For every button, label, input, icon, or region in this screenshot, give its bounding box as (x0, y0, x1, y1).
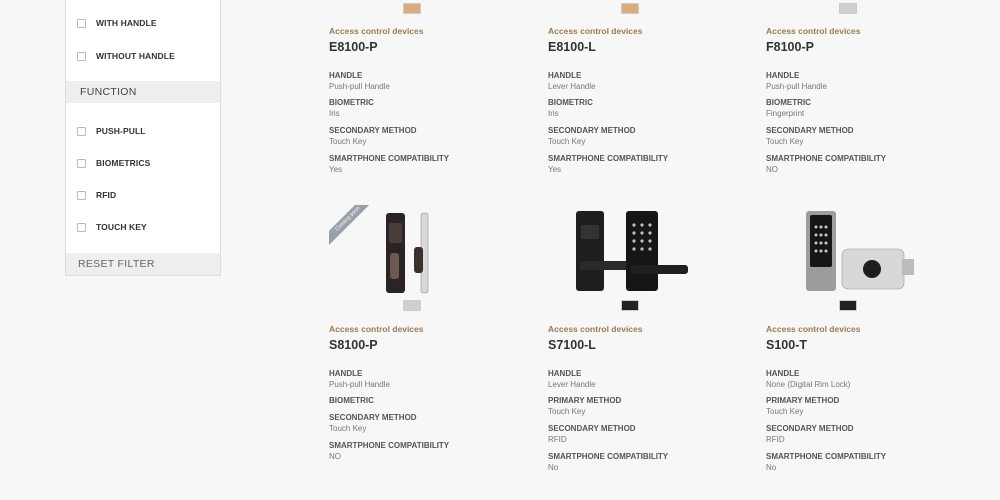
spec-key: PRIMARY METHOD (548, 396, 622, 405)
spec-key: SMARTPHONE COMPATIBILITY (766, 154, 887, 163)
spec-key: SECONDARY METHOD (329, 413, 417, 422)
reset-filter-button[interactable]: RESET FILTER (66, 253, 220, 275)
spec-key: HANDLE (548, 369, 582, 378)
spec-key: SECONDARY METHOD (548, 424, 636, 433)
spec-key: SMARTPHONE COMPATIBILITY (766, 452, 887, 461)
color-swatch[interactable] (403, 300, 421, 311)
filter-biometrics[interactable]: BIOMETRICS (66, 152, 220, 174)
filter-without-handle[interactable]: WITHOUT HANDLE (66, 45, 220, 67)
product-category: Access control devices (766, 26, 861, 36)
spec-value: Fingerprint (766, 109, 805, 118)
filter-sidebar: WITH HANDLE WITHOUT HANDLE FUNCTION PUSH… (65, 0, 221, 276)
spec-value: None (Digital Rim Lock) (766, 380, 851, 389)
spec-key: SMARTPHONE COMPATIBILITY (329, 154, 450, 163)
spec-key: HANDLE (329, 369, 363, 378)
spec-key: SECONDARY METHOD (329, 126, 417, 135)
spec-value: Yes (329, 165, 343, 174)
spec-value: Touch Key (766, 407, 804, 416)
spec-value: RFID (766, 435, 785, 444)
product-model[interactable]: S8100-P (329, 338, 378, 352)
product-category: Access control devices (329, 26, 424, 36)
function-section-header: FUNCTION (66, 81, 220, 103)
spec-value: RFID (548, 435, 567, 444)
spec-value: Lever Handle (548, 380, 596, 389)
checkbox[interactable] (77, 190, 86, 200)
spec-value: Lever Handle (548, 82, 596, 91)
color-swatch[interactable] (839, 3, 857, 14)
spec-key: BIOMETRIC (329, 98, 374, 107)
filter-rfid[interactable]: RFID (66, 184, 220, 206)
product-category: Access control devices (329, 324, 424, 334)
spec-value: Push-pull Handle (329, 380, 390, 389)
color-swatch[interactable] (403, 3, 421, 14)
spec-key: SMARTPHONE COMPATIBILITY (548, 154, 669, 163)
spec-value: Touch Key (548, 137, 586, 146)
spec-key: BIOMETRIC (766, 98, 811, 107)
spec-key: HANDLE (548, 71, 582, 80)
filter-label: WITH HANDLE (96, 18, 157, 28)
spec-key: SECONDARY METHOD (766, 424, 854, 433)
spec-value: Yes (548, 165, 562, 174)
lever-lock-image (576, 211, 688, 291)
filter-label: BIOMETRICS (96, 158, 151, 168)
spec-key: SECONDARY METHOD (548, 126, 636, 135)
product-image[interactable] (568, 205, 698, 291)
checkbox[interactable] (77, 18, 86, 28)
filter-push-pull[interactable]: PUSH-PULL (66, 120, 220, 142)
spec-value: NO (766, 165, 778, 174)
product-model[interactable]: E8100-P (329, 40, 378, 54)
checkbox[interactable] (77, 158, 86, 168)
coming-soon-ribbon: Coming soon (329, 205, 369, 245)
product-model[interactable]: F8100-P (766, 40, 814, 54)
spec-key: SMARTPHONE COMPATIBILITY (329, 441, 450, 450)
checkbox[interactable] (77, 51, 86, 61)
color-swatch[interactable] (621, 300, 639, 311)
spec-value: Touch Key (766, 137, 804, 146)
filter-label: PUSH-PULL (96, 126, 146, 136)
spec-value: Iris (329, 109, 340, 118)
checkbox[interactable] (77, 126, 86, 136)
spec-value: No (548, 463, 559, 472)
spec-key: HANDLE (766, 71, 800, 80)
product-category: Access control devices (766, 324, 861, 334)
spec-value: NO (329, 452, 341, 461)
product-category: Access control devices (548, 26, 643, 36)
spec-value: Touch Key (548, 407, 586, 416)
coming-soon-text: Coming soon (329, 205, 369, 245)
filter-label: TOUCH KEY (96, 222, 147, 232)
product-image[interactable]: Coming soon (329, 205, 459, 294)
product-model[interactable]: E8100-L (548, 40, 596, 54)
spec-key: SMARTPHONE COMPATIBILITY (548, 452, 669, 461)
product-model[interactable]: S100-T (766, 338, 807, 352)
spec-key: HANDLE (766, 369, 800, 378)
filter-touch-key[interactable]: TOUCH KEY (66, 216, 220, 238)
filter-with-handle[interactable]: WITH HANDLE (66, 12, 220, 34)
spec-value: No (766, 463, 777, 472)
checkbox[interactable] (77, 222, 86, 232)
color-swatch[interactable] (839, 300, 857, 311)
spec-key: SECONDARY METHOD (766, 126, 854, 135)
spec-key: HANDLE (329, 71, 363, 80)
spec-key: PRIMARY METHOD (766, 396, 840, 405)
spec-key: BIOMETRIC (548, 98, 593, 107)
product-model[interactable]: S7100-L (548, 338, 596, 352)
spec-value: Touch Key (329, 424, 367, 433)
spec-value: Touch Key (329, 137, 367, 146)
spec-value: Iris (548, 109, 559, 118)
spec-key: BIOMETRIC (329, 396, 374, 405)
spec-value: Push-pull Handle (329, 82, 390, 91)
reset-filter-label: RESET FILTER (78, 258, 155, 270)
product-category: Access control devices (548, 324, 643, 334)
filter-label: RFID (96, 190, 117, 200)
spec-value: Push-pull Handle (766, 82, 827, 91)
filter-label: WITHOUT HANDLE (96, 51, 175, 61)
color-swatch[interactable] (621, 3, 639, 14)
rim-lock-image (806, 211, 914, 291)
product-image[interactable] (802, 205, 932, 291)
function-section-title: FUNCTION (80, 86, 137, 98)
